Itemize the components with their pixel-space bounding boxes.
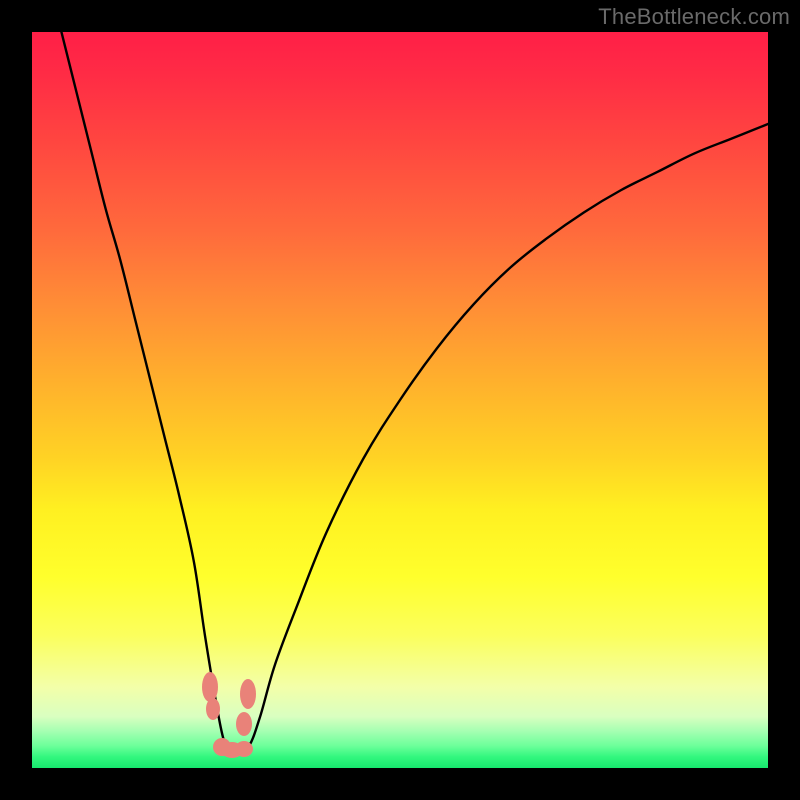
bottleneck-curve [32, 32, 768, 768]
chart-frame: TheBottleneck.com [0, 0, 800, 800]
plot-area [32, 32, 768, 768]
marker-blob [206, 698, 220, 720]
watermark-text: TheBottleneck.com [598, 4, 790, 30]
marker-blob [236, 712, 252, 736]
marker-blob [235, 741, 253, 757]
